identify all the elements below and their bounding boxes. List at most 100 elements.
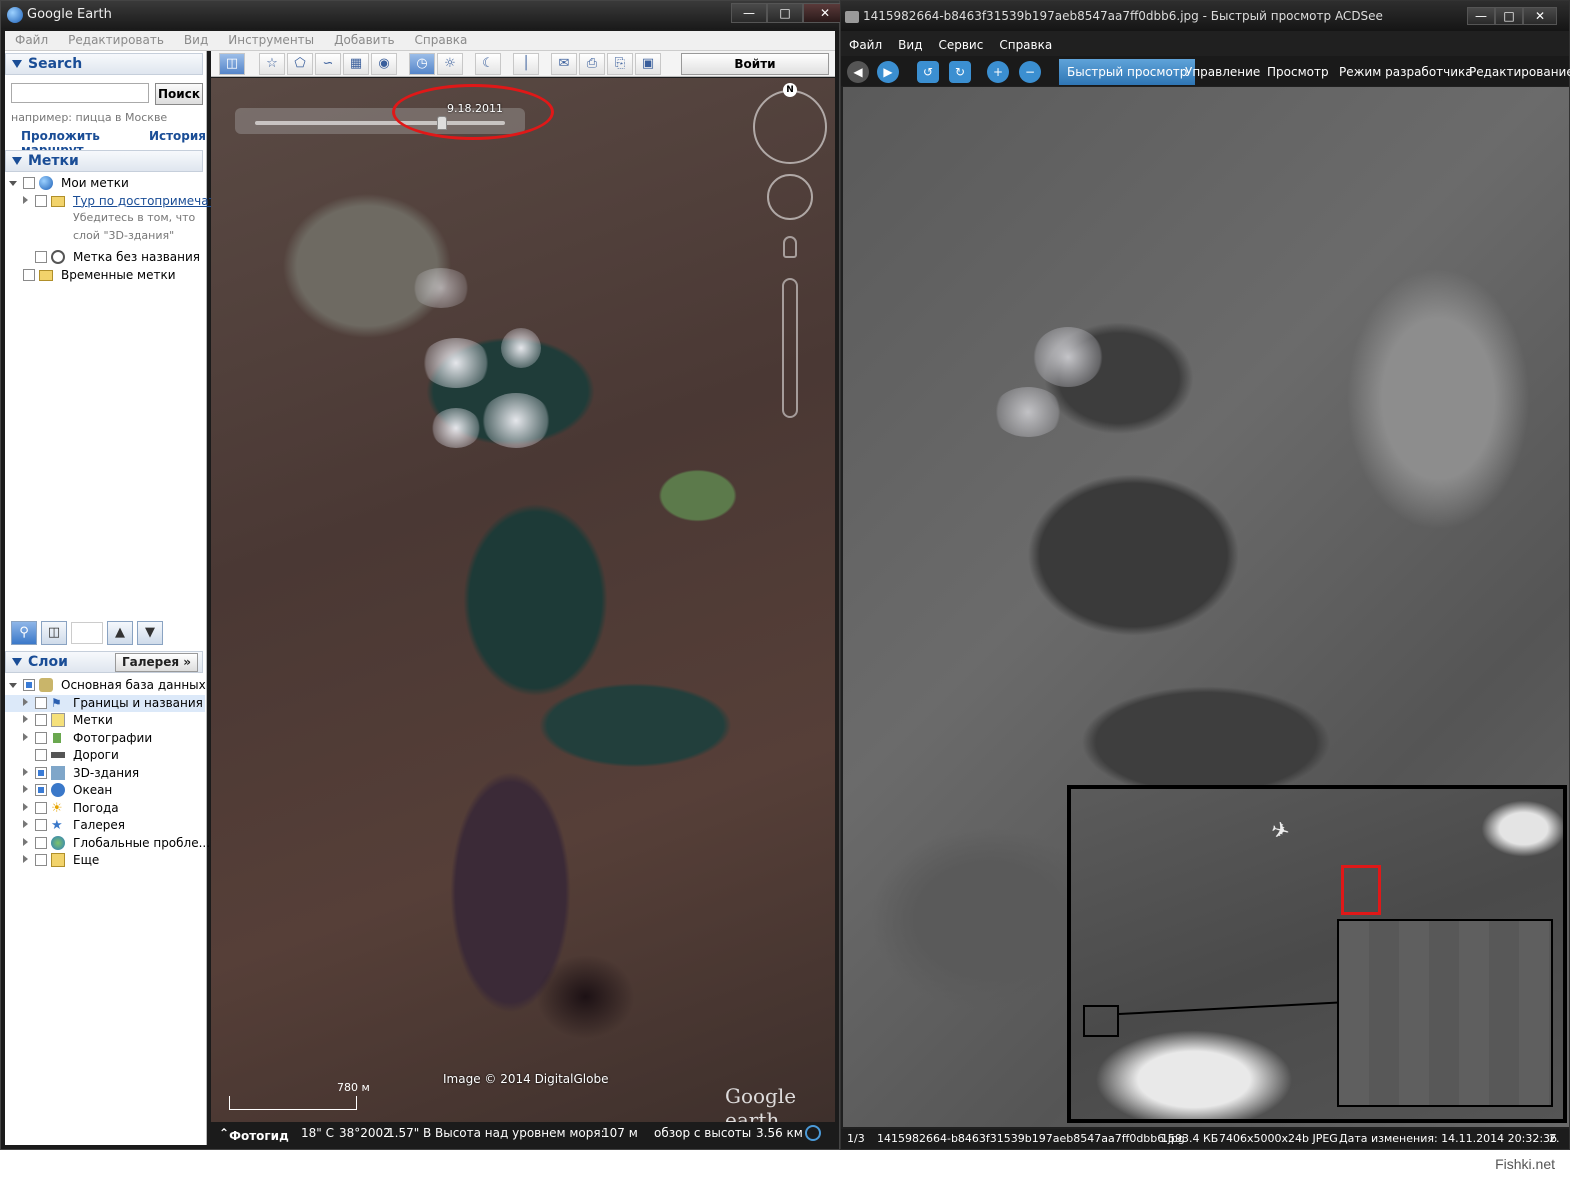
menu-view[interactable]: Вид <box>174 31 218 50</box>
expand-arrow-icon[interactable] <box>23 855 28 863</box>
places-panel-header[interactable]: Метки <box>5 150 203 172</box>
ge-map-view[interactable]: 9.18.2011 N 780 м Image © 2014 DigitalGl… <box>211 78 835 1122</box>
checkbox[interactable] <box>23 268 35 281</box>
expand-arrow-icon[interactable] <box>9 683 17 688</box>
expand-arrow-icon[interactable] <box>23 802 28 811</box>
sunlight-icon[interactable]: ☼ <box>437 53 463 75</box>
layer-more[interactable]: Еще <box>5 852 205 870</box>
email-icon[interactable]: ✉ <box>551 53 577 75</box>
tab-view[interactable]: Просмотр <box>1259 59 1337 85</box>
layer-gallery[interactable]: ★ Галерея <box>5 817 205 835</box>
acd-menu-help[interactable]: Справка <box>991 35 1060 55</box>
layer-ocean[interactable]: Океан <box>5 782 205 800</box>
tab-manage[interactable]: Управление <box>1177 59 1268 85</box>
search-panel-header[interactable]: Search <box>5 53 203 75</box>
checkbox[interactable] <box>35 766 47 779</box>
checkbox[interactable] <box>35 696 47 709</box>
expand-arrow-icon[interactable] <box>23 715 28 723</box>
menu-help[interactable]: Справка <box>405 31 478 50</box>
layers-panel-header[interactable]: Слои Галерея » <box>5 651 203 673</box>
expand-arrow-icon[interactable] <box>23 820 28 828</box>
move-up-icon[interactable]: ▲ <box>107 621 133 645</box>
maximize-button[interactable]: □ <box>767 3 803 23</box>
layer-places[interactable]: Метки <box>5 712 205 730</box>
menu-add[interactable]: Добавить <box>324 31 404 50</box>
menu-file[interactable]: Файл <box>5 31 58 50</box>
checkbox[interactable] <box>35 731 47 744</box>
expand-arrow-icon[interactable] <box>23 732 28 741</box>
look-joystick-icon[interactable] <box>753 90 827 164</box>
menu-edit[interactable]: Редактировать <box>58 31 174 50</box>
acd-menu-view[interactable]: Вид <box>890 35 930 55</box>
maximize-button[interactable]: □ <box>1495 7 1523 25</box>
layer-photos[interactable]: Фотографии <box>5 730 205 748</box>
move-joystick-icon[interactable] <box>767 174 813 220</box>
search-places-icon[interactable]: ⚲ <box>11 621 37 645</box>
checkbox[interactable] <box>35 836 47 849</box>
tour-guide-button[interactable]: ⌃ Фотогид <box>219 1126 289 1143</box>
acd-menu-tools[interactable]: Сервис <box>930 35 991 55</box>
expand-arrow-icon[interactable] <box>23 195 28 204</box>
minimize-button[interactable]: — <box>731 3 767 23</box>
expand-arrow-icon[interactable] <box>9 181 17 186</box>
rotate-left-icon[interactable]: ↺ <box>917 61 939 83</box>
tree-item-my-places[interactable]: Мои метки <box>5 175 205 193</box>
next-icon[interactable]: ▶ <box>877 61 899 83</box>
login-button[interactable]: Войти <box>681 53 829 75</box>
checkbox[interactable] <box>35 784 47 796</box>
expand-arrow-icon[interactable] <box>23 837 28 846</box>
tree-item-untitled-placemark[interactable]: Метка без названия <box>5 249 205 267</box>
search-button[interactable]: Поиск <box>155 83 203 105</box>
layer-roads[interactable]: Дороги <box>5 747 205 765</box>
historical-imagery-icon[interactable]: ◷ <box>409 53 435 75</box>
checkbox[interactable] <box>35 251 47 263</box>
tab-develop[interactable]: Режим разработчика <box>1331 59 1481 85</box>
menu-tools[interactable]: Инструменты <box>218 31 324 50</box>
sidebar-toggle-icon[interactable]: ◫ <box>41 621 67 645</box>
checkbox[interactable] <box>35 801 47 814</box>
record-tour-icon[interactable]: ◉ <box>371 53 397 75</box>
rotate-right-icon[interactable]: ↻ <box>949 61 971 83</box>
checkbox[interactable] <box>23 679 35 691</box>
checkbox[interactable] <box>35 714 47 726</box>
zoom-out-icon[interactable]: − <box>1019 61 1041 83</box>
minimize-button[interactable]: — <box>1467 7 1495 25</box>
add-overlay-icon[interactable]: ▦ <box>343 53 369 75</box>
planets-icon[interactable]: ☾ <box>475 53 501 75</box>
sidebar-toggle-icon[interactable]: ◫ <box>219 53 245 75</box>
checkbox[interactable] <box>35 194 47 207</box>
expand-arrow-icon[interactable] <box>23 767 28 776</box>
tab-edit[interactable]: Редактирование <box>1461 59 1582 85</box>
layer-3d-buildings[interactable]: 3D-здания <box>5 765 205 783</box>
street-view-icon[interactable] <box>783 236 797 258</box>
previous-icon[interactable]: ◀ <box>847 61 869 83</box>
checkbox[interactable] <box>23 177 35 189</box>
zoom-slider[interactable] <box>782 278 798 418</box>
ruler-icon[interactable]: │ <box>513 53 539 75</box>
checkbox[interactable] <box>35 749 47 761</box>
layer-primary-database[interactable]: Основная база данных <box>5 677 206 695</box>
acd-menu-file[interactable]: Файл <box>841 35 890 55</box>
expand-arrow-icon[interactable] <box>23 785 28 793</box>
expand-arrow-icon[interactable] <box>23 697 28 706</box>
layer-borders[interactable]: ⚑ Границы и названия <box>5 694 205 712</box>
view-in-maps-icon[interactable]: ▣ <box>635 53 661 75</box>
gallery-button[interactable]: Галерея » <box>114 653 198 672</box>
search-input[interactable] <box>11 83 149 103</box>
add-path-icon[interactable]: ∽ <box>315 53 341 75</box>
tree-item-tour[interactable]: Тур по достопримечате... <box>5 193 234 211</box>
checkbox[interactable] <box>35 819 47 831</box>
acd-image-view[interactable]: ✈ <box>843 87 1569 1127</box>
zoom-in-icon[interactable]: + <box>987 61 1009 83</box>
add-placemark-icon[interactable]: ☆ <box>259 53 285 75</box>
tree-item-temporary-places[interactable]: Временные метки <box>5 267 205 285</box>
save-image-icon[interactable]: ⎘ <box>607 53 633 75</box>
tab-quick-view[interactable]: Быстрый просмотр <box>1059 59 1196 85</box>
close-button[interactable]: ✕ <box>1523 7 1557 25</box>
print-icon[interactable]: ⎙ <box>579 53 605 75</box>
north-icon[interactable]: N <box>783 83 797 97</box>
checkbox[interactable] <box>35 854 47 866</box>
add-polygon-icon[interactable]: ⬠ <box>287 53 313 75</box>
layer-global-awareness[interactable]: Глобальные пробле... <box>5 835 210 853</box>
move-down-icon[interactable]: ▼ <box>137 621 163 645</box>
